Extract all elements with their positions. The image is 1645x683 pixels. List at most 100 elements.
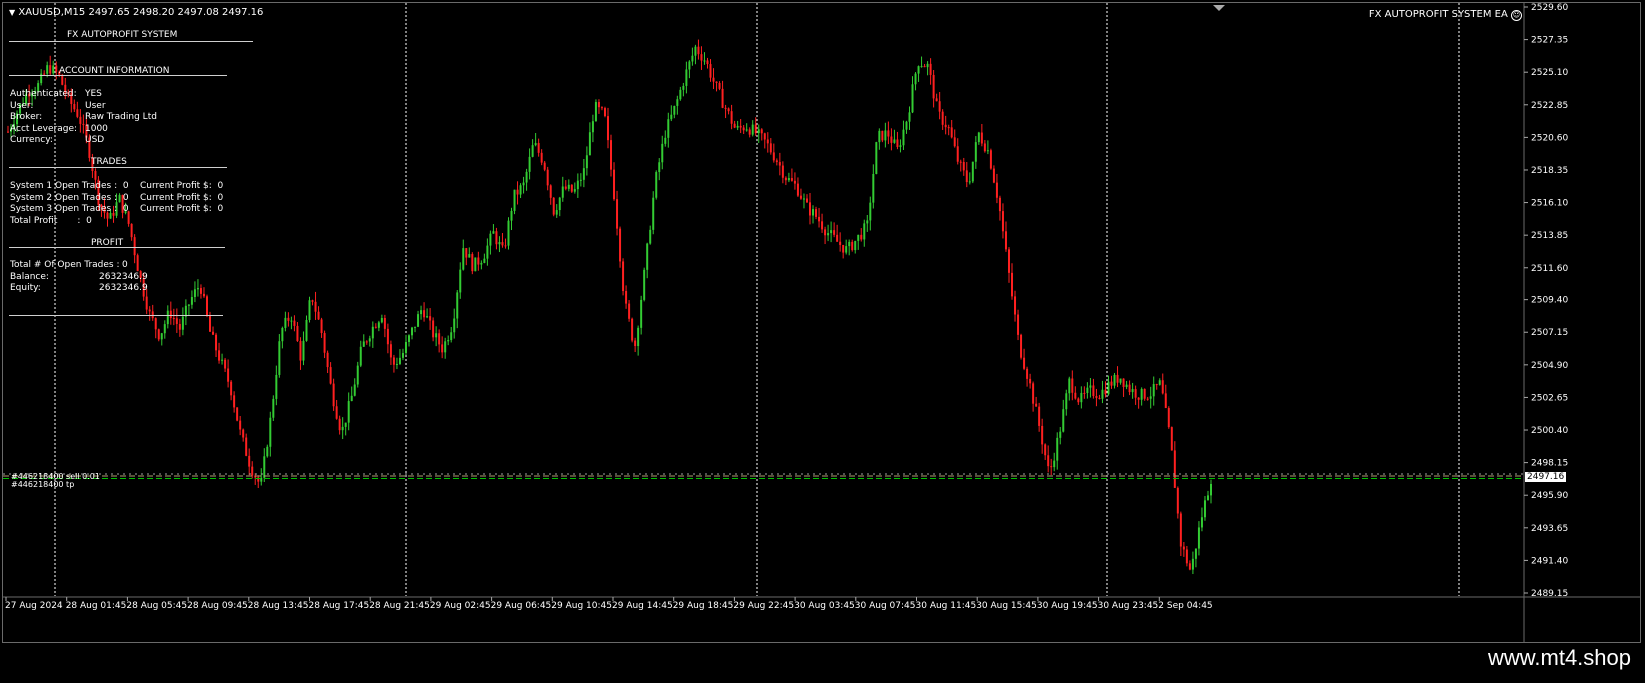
candle-body: [965, 170, 968, 183]
candle-body: [293, 320, 296, 326]
candle-body: [854, 240, 857, 251]
candlestick-chart[interactable]: 2529.60 2527.35 2525.10 2522.85 2520.60 2518.…: [3, 3, 1640, 642]
candle-body: [136, 255, 139, 272]
candle-body: [46, 65, 49, 74]
candle-body: [914, 73, 917, 85]
trade-row: System 2 Open Trades : 0 Current Profit …: [10, 192, 224, 203]
candle-body: [956, 146, 959, 162]
candle-body: [1203, 500, 1206, 518]
current-price-marker: 2497.16: [1525, 471, 1567, 482]
candle-body: [884, 130, 887, 141]
candle-body: [272, 398, 275, 418]
candle-body: [842, 244, 845, 253]
candle-body: [576, 180, 579, 190]
candle-body: [616, 199, 619, 229]
trade-row: Total Profit : 0: [10, 215, 92, 226]
chart-header: ▼ XAUUSD,M15 2497.65 2498.20 2497.08 249…: [9, 7, 263, 18]
candle-body: [465, 248, 468, 258]
candle-body: [724, 107, 727, 109]
candle-body: [872, 173, 875, 203]
candle-body: [670, 114, 673, 120]
candle-body: [591, 121, 594, 133]
candle-body: [447, 340, 450, 342]
candle-body: [215, 334, 218, 351]
candle-body: [932, 74, 935, 99]
candle-body: [477, 257, 480, 265]
candle-body: [772, 152, 775, 161]
candle-body: [245, 437, 248, 456]
candle-body: [498, 242, 501, 245]
x-tick-label: 30 Aug 15:45: [976, 601, 1037, 611]
candle-body: [809, 202, 811, 216]
candle-body: [944, 124, 947, 128]
candle-body: [1101, 389, 1104, 399]
candle-body: [1086, 387, 1089, 394]
candle-body: [824, 229, 827, 236]
y-tick-label: 2507.15: [1531, 328, 1568, 338]
candle-body: [781, 165, 784, 178]
y-tick-label: 2525.10: [1531, 68, 1568, 78]
candle-body: [986, 150, 989, 152]
x-tick-label: 29 Aug 18:45: [673, 601, 734, 611]
candle-body: [317, 311, 320, 320]
profit-heading: PROFIT: [91, 238, 124, 248]
candle-body: [721, 88, 724, 108]
candle-body: [863, 223, 866, 240]
candle-body: [802, 198, 805, 200]
chart-shift-marker: [1213, 5, 1225, 11]
x-tick-label: 29 Aug 14:45: [612, 601, 673, 611]
candle-body: [715, 81, 718, 83]
candle-body: [700, 54, 703, 61]
candle-body: [634, 340, 637, 347]
candle-body: [673, 105, 676, 115]
candle-body: [377, 322, 380, 328]
candle-body: [1004, 231, 1007, 250]
order-tag-tp[interactable]: #446218400 tp: [11, 480, 74, 489]
y-tick-label: 2504.90: [1531, 361, 1568, 371]
candle-body: [962, 162, 965, 171]
candle-body: [163, 324, 166, 334]
candle-body: [1143, 388, 1146, 399]
candle-body: [839, 241, 842, 245]
chart-window[interactable]: 2529.60 2527.35 2525.10 2522.85 2520.60 2518.…: [2, 2, 1641, 643]
candle-body: [218, 350, 221, 361]
candle-body: [1197, 527, 1200, 549]
candle-body: [649, 229, 652, 244]
candle-body: [730, 111, 733, 124]
candle-body: [748, 129, 751, 135]
account-row-label: Currency:: [10, 135, 53, 145]
candle-body: [1182, 546, 1185, 550]
candle-body: [230, 381, 233, 396]
candle-body: [766, 139, 769, 144]
candle-body: [941, 111, 944, 125]
candle-body: [76, 109, 79, 117]
smiley-icon[interactable]: ☺: [1511, 10, 1522, 21]
candle-body: [1185, 549, 1188, 564]
candle-body: [190, 297, 193, 305]
candle-body: [444, 341, 447, 353]
candle-body: [778, 162, 781, 166]
candle-body: [579, 179, 582, 181]
candle-body: [1092, 385, 1095, 397]
candle-body: [935, 98, 938, 102]
candle-body: [453, 318, 456, 333]
candle-body: [350, 395, 353, 402]
candle-body: [613, 169, 616, 200]
candle-body: [830, 230, 833, 234]
x-tick-label: 30 Aug 11:45: [916, 601, 977, 611]
candle-body: [365, 341, 368, 343]
candle-body: [851, 241, 854, 251]
candle-body: [827, 233, 830, 236]
candle-body: [1122, 378, 1125, 388]
candle-body: [1017, 314, 1020, 335]
collapse-triangle-icon[interactable]: ▼: [9, 8, 15, 17]
candle-body: [79, 116, 82, 124]
candle-body: [326, 352, 329, 368]
candle-body: [368, 338, 371, 342]
candle-body: [302, 340, 305, 361]
candle-body: [980, 132, 983, 144]
account-row-value: User: [85, 100, 106, 111]
candle-body: [694, 46, 697, 56]
x-tick-label: 30 Aug 23:45: [1098, 601, 1159, 611]
candle-body: [145, 296, 148, 310]
